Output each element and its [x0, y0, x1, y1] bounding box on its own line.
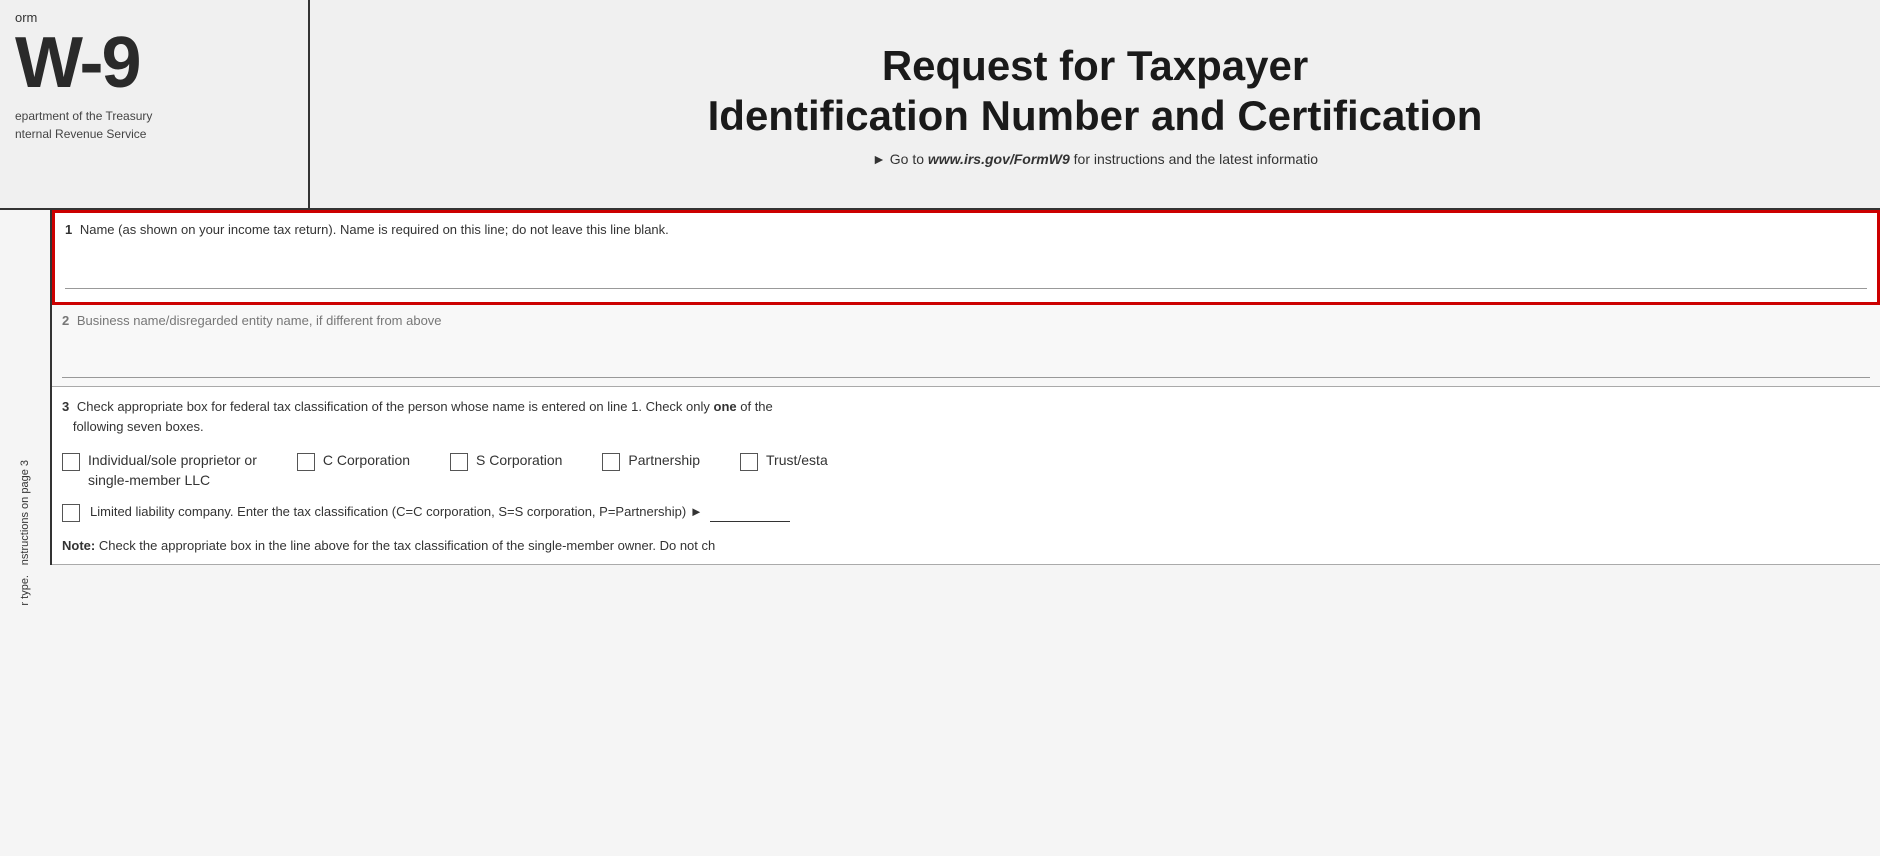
checkbox-box-trust[interactable] [740, 453, 758, 471]
side-label-text-2: r type. [18, 575, 32, 606]
llc-underline [710, 521, 790, 522]
checkbox-label-c-corp: C Corporation [323, 451, 410, 471]
irs-url-link: www.irs.gov/FormW9 [928, 151, 1070, 167]
field-1-input[interactable] [65, 244, 1867, 289]
checkbox-label-trust: Trust/esta [766, 451, 828, 471]
field-2-label: 2 Business name/disregarded entity name,… [62, 313, 1870, 328]
checkbox-individual[interactable]: Individual/sole proprietor orsingle-memb… [62, 451, 257, 490]
checkbox-box-llc[interactable] [62, 504, 80, 522]
llc-arrow: ► [690, 504, 703, 519]
department-text: epartment of the Treasury nternal Revenu… [15, 107, 293, 143]
side-label-text: nstructions on page 3 [18, 460, 32, 565]
field-3-header: 3 Check appropriate box for federal tax … [62, 397, 1870, 436]
irs-url-line: ► Go to www.irs.gov/FormW9 for instructi… [872, 151, 1318, 167]
form-title-line2: Identification Number and Certification [708, 91, 1483, 141]
checkbox-label-partnership: Partnership [628, 451, 700, 471]
checkbox-box-individual[interactable] [62, 453, 80, 471]
field-1: 1 Name (as shown on your income tax retu… [52, 210, 1880, 305]
llc-text: Limited liability company. Enter the tax… [90, 502, 794, 522]
checkbox-label-s-corp: S Corporation [476, 451, 562, 471]
note-row: Note: Check the appropriate box in the l… [62, 536, 1870, 564]
checkbox-box-c-corp[interactable] [297, 453, 315, 471]
checkbox-trust[interactable]: Trust/esta [740, 451, 828, 471]
header-left-panel: orm W-9 epartment of the Treasury nterna… [0, 0, 310, 208]
checkbox-box-s-corp[interactable] [450, 453, 468, 471]
field-3: 3 Check appropriate box for federal tax … [52, 387, 1880, 565]
field-2-input[interactable] [62, 333, 1870, 378]
checkbox-label-individual: Individual/sole proprietor orsingle-memb… [88, 451, 257, 490]
checkbox-partnership[interactable]: Partnership [602, 451, 700, 471]
tax-classification-checkboxes: Individual/sole proprietor orsingle-memb… [62, 451, 1870, 490]
form-header: orm W-9 epartment of the Treasury nterna… [0, 0, 1880, 210]
llc-row: Limited liability company. Enter the tax… [62, 502, 1870, 530]
checkbox-s-corp[interactable]: S Corporation [450, 451, 562, 471]
checkbox-c-corp[interactable]: C Corporation [297, 451, 410, 471]
form-number: W-9 [15, 27, 293, 99]
checkbox-box-partnership[interactable] [602, 453, 620, 471]
header-right-panel: Request for Taxpayer Identification Numb… [310, 0, 1880, 208]
side-label-container: nstructions on page 3 r type. [0, 210, 50, 856]
field-2: 2 Business name/disregarded entity name,… [52, 305, 1880, 387]
form-body: 1 Name (as shown on your income tax retu… [50, 210, 1880, 565]
form-container: orm W-9 epartment of the Treasury nterna… [0, 0, 1880, 856]
field-1-label: 1 Name (as shown on your income tax retu… [65, 221, 1867, 239]
form-title-line1: Request for Taxpayer [882, 41, 1308, 91]
